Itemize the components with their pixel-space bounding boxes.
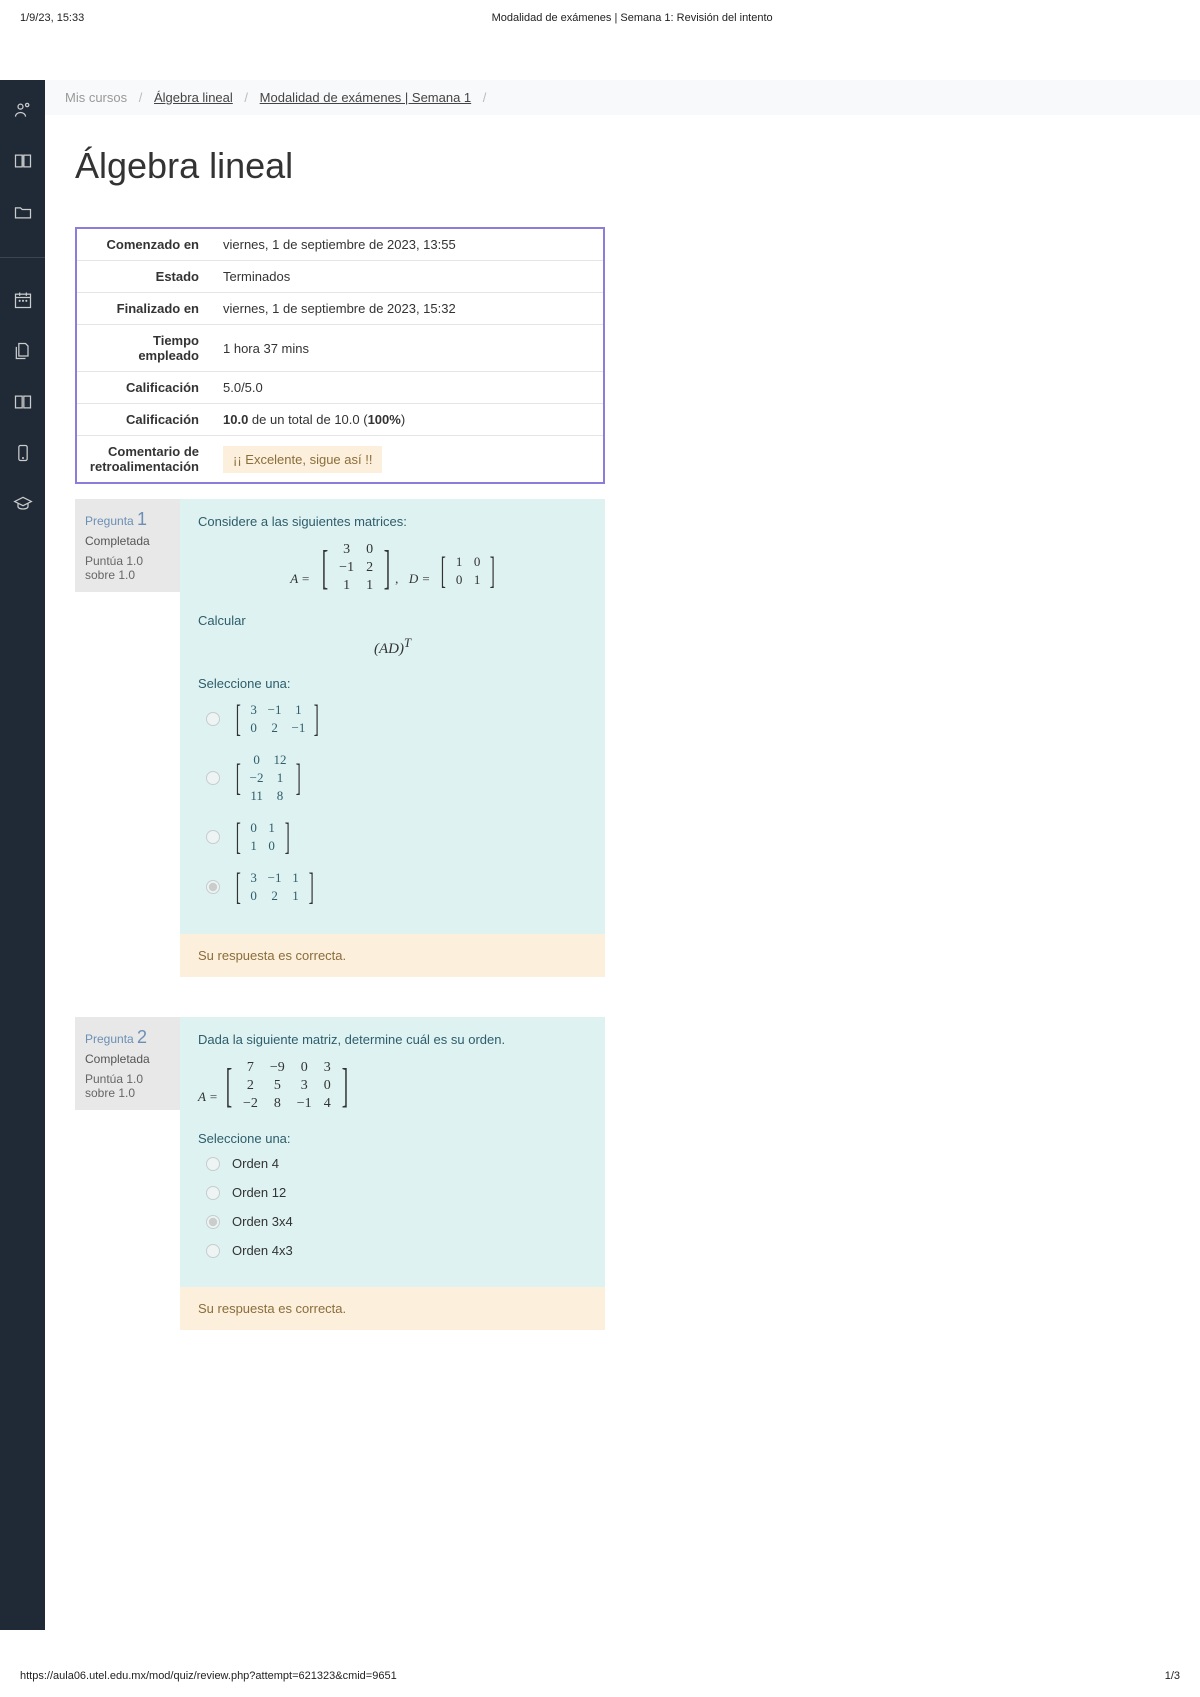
question-info: Pregunta 1 Completada Puntúa 1.0 sobre 1…: [75, 499, 180, 592]
feedback-box: ¡¡ Excelente, sigue así !!: [223, 446, 382, 473]
breadcrumb: Mis cursos / Álgebra lineal / Modalidad …: [45, 80, 1200, 115]
option-text: Orden 3x4: [232, 1214, 293, 1229]
option-text: Orden 4x3: [232, 1243, 293, 1258]
folder-icon[interactable]: [13, 202, 33, 225]
answer-radio[interactable]: [206, 771, 220, 785]
book2-icon[interactable]: [13, 392, 33, 415]
option-matrix: [0110]: [232, 819, 293, 855]
breadcrumb-link-module[interactable]: Modalidad de exámenes | Semana 1: [260, 90, 472, 105]
option-matrix: [3−11021]: [232, 869, 317, 905]
book-icon[interactable]: [13, 151, 33, 174]
question-prompt: Dada la siguiente matriz, determine cuál…: [198, 1032, 587, 1047]
files-icon[interactable]: [13, 341, 33, 364]
print-footer: https://aula06.utel.edu.mx/mod/quiz/revi…: [20, 1670, 1180, 1682]
q2-options: Orden 4 Orden 12 Orden 3x4 Orden 4x3: [198, 1156, 587, 1258]
question-feedback: Su respuesta es correcta.: [180, 1287, 605, 1330]
users-icon[interactable]: [13, 100, 33, 123]
question-1: Pregunta 1 Completada Puntúa 1.0 sobre 1…: [75, 499, 605, 977]
grad-icon[interactable]: [13, 494, 33, 517]
option-text: Orden 4: [232, 1156, 279, 1171]
sidebar: [0, 80, 45, 1630]
question-feedback: Su respuesta es correcta.: [180, 934, 605, 977]
print-timestamp: 1/9/23, 15:33: [20, 12, 84, 24]
option-matrix: [012−21118]: [232, 751, 304, 805]
question-info: Pregunta 2 Completada Puntúa 1.0 sobre 1…: [75, 1017, 180, 1110]
print-url: https://aula06.utel.edu.mx/mod/quiz/revi…: [20, 1670, 397, 1682]
answer-radio[interactable]: [206, 1186, 220, 1200]
answer-radio[interactable]: [206, 1157, 220, 1171]
print-page: 1/3: [1165, 1670, 1180, 1682]
question-2: Pregunta 2 Completada Puntúa 1.0 sobre 1…: [75, 1017, 605, 1330]
page-title: Álgebra lineal: [75, 145, 1200, 187]
breadcrumb-item: Mis cursos: [65, 90, 127, 105]
option-text: Orden 12: [232, 1185, 286, 1200]
answer-radio[interactable]: [206, 1215, 220, 1229]
answer-radio[interactable]: [206, 830, 220, 844]
question-prompt: Considere a las siguientes matrices:: [198, 514, 587, 529]
q1-options: [3−1102−1] [012−21118] [0110] [3−11021]: [198, 701, 587, 905]
print-header: 1/9/23, 15:33 Modalidad de exámenes | Se…: [20, 12, 1180, 24]
answer-radio[interactable]: [206, 880, 220, 894]
answer-radio[interactable]: [206, 712, 220, 726]
print-title: Modalidad de exámenes | Semana 1: Revisi…: [492, 12, 773, 24]
calendar-icon[interactable]: [13, 290, 33, 313]
breadcrumb-link-course[interactable]: Álgebra lineal: [154, 90, 233, 105]
option-matrix: [3−1102−1]: [232, 701, 323, 737]
attempt-summary-table: Comenzado enviernes, 1 de septiembre de …: [75, 227, 605, 484]
answer-radio[interactable]: [206, 1244, 220, 1258]
mobile-icon[interactable]: [13, 443, 33, 466]
